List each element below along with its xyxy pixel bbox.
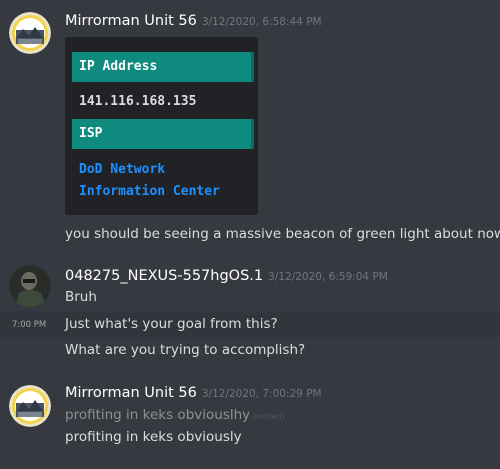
embed-field-isp-link[interactable]: DoD Network Information Center xyxy=(79,159,220,203)
ip-embed: IP Address 141.116.168.135 ISP DoD Netwo… xyxy=(65,37,258,215)
message-timestamp: 3/12/2020, 7:00:29 PM xyxy=(201,388,322,400)
old-message-text: profiting in keks obviouslhy xyxy=(65,407,251,423)
message-text: profiting in keks obviously xyxy=(65,429,242,445)
isp-link-line-1[interactable]: DoD Network xyxy=(79,159,220,181)
side-timestamp: 7:00 PM xyxy=(12,320,47,330)
embed-field-isp-header: ISP xyxy=(72,119,254,149)
message-timestamp: 3/12/2020, 6:58:44 PM xyxy=(201,16,322,28)
author-name[interactable]: Mirrorman Unit 56 3/12/2020, 6:58:44 PM xyxy=(65,13,322,29)
message-row-hovered[interactable]: 7:00 PM Just what's your goal from this? xyxy=(0,311,500,338)
edited-tag: (edited) xyxy=(253,412,285,421)
embed-field-ip-header: IP Address xyxy=(72,52,254,82)
avatar[interactable] xyxy=(9,385,51,427)
avatar[interactable] xyxy=(9,265,51,307)
author-label[interactable]: 048275_NEXUS-557hgOS.1 xyxy=(65,268,263,284)
chat-log: Mirrorman Unit 56 3/12/2020, 6:58:44 PM I… xyxy=(0,0,500,469)
author-name[interactable]: 048275_NEXUS-557hgOS.1 3/12/2020, 6:59:04… xyxy=(65,268,388,284)
message-text: you should be seeing a massive beacon of… xyxy=(65,226,500,242)
author-label[interactable]: Mirrorman Unit 56 xyxy=(65,13,197,29)
message-text: What are you trying to accomplish? xyxy=(65,342,306,358)
edited-message-text: profiting in keks obviouslhy (edited) xyxy=(65,407,285,423)
message-text: Bruh xyxy=(65,289,97,305)
isp-link-line-2[interactable]: Information Center xyxy=(79,181,220,203)
author-name[interactable]: Mirrorman Unit 56 3/12/2020, 7:00:29 PM xyxy=(65,385,322,401)
avatar[interactable] xyxy=(9,12,51,54)
message-text: Just what's your goal from this? xyxy=(65,316,278,332)
embed-field-ip-value: 141.116.168.135 xyxy=(79,94,197,109)
author-label[interactable]: Mirrorman Unit 56 xyxy=(65,385,197,401)
message-timestamp: 3/12/2020, 6:59:04 PM xyxy=(268,271,388,283)
